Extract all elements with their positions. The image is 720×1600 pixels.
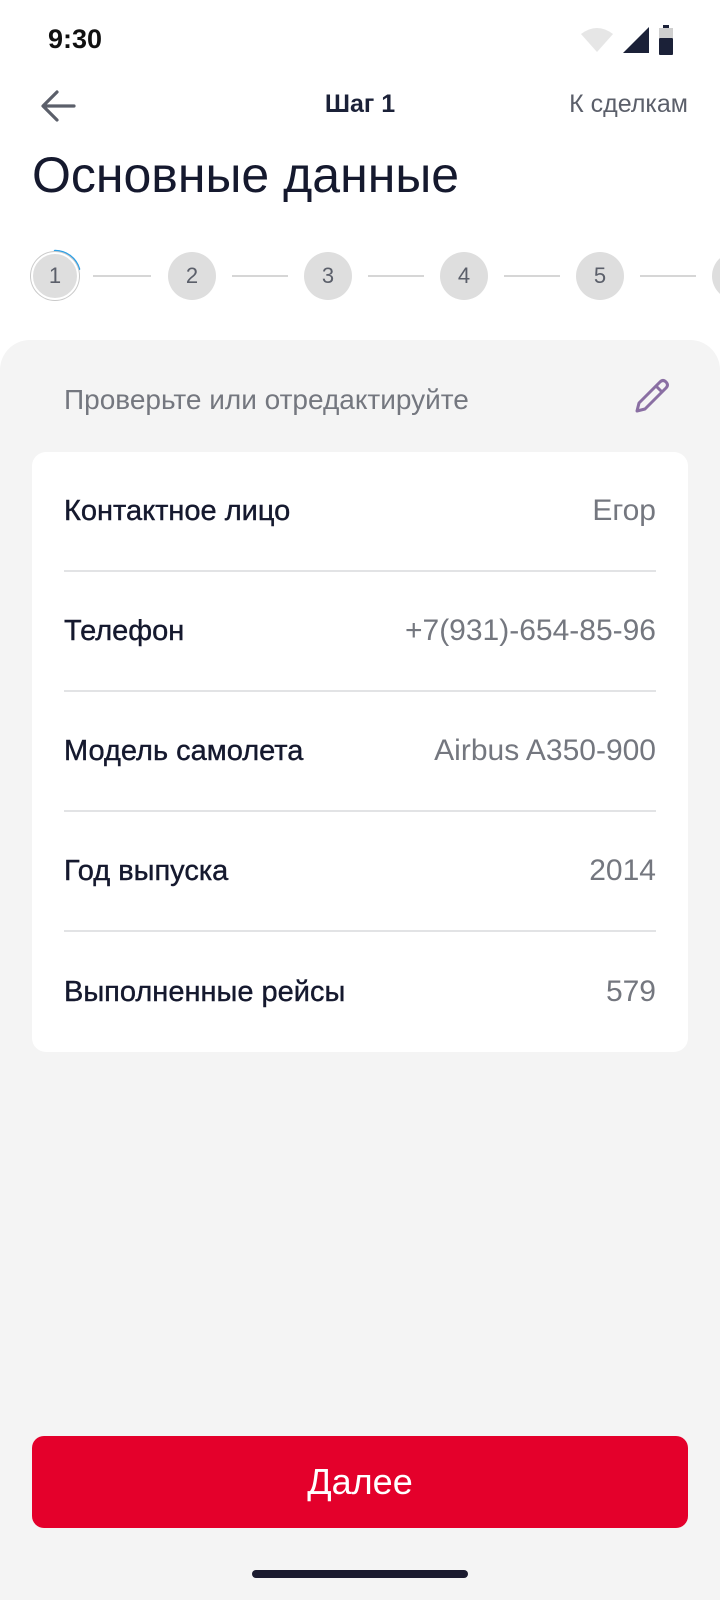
info-label: Телефон: [64, 614, 185, 647]
page-title: Основные данные: [32, 147, 460, 203]
content-panel: Проверьте или отредактируйте Контактное …: [0, 340, 720, 1600]
info-label: Год выпуска: [64, 854, 229, 887]
step-number: 4: [457, 263, 471, 288]
screen: 9:30 Шаг 1 К сделкам Основные данные 1 2…: [0, 0, 720, 1600]
step-number: 3: [321, 263, 335, 288]
step-number: 1: [48, 263, 62, 288]
status-icons: [580, 24, 674, 60]
info-label: Выполненные рейсы: [64, 975, 346, 1008]
info-row-year[interactable]: Год выпуска 2014: [64, 812, 656, 932]
home-indicator[interactable]: [252, 1570, 468, 1578]
info-row-phone[interactable]: Телефон +7(931)-654-85-96: [64, 572, 656, 692]
step-connector: [232, 275, 288, 277]
edit-button[interactable]: [630, 376, 674, 420]
status-bar: 9:30: [0, 0, 720, 80]
signal-icon: [622, 26, 650, 59]
info-row-flights[interactable]: Выполненные рейсы 579: [64, 932, 656, 1052]
status-time: 9:30: [48, 24, 103, 54]
info-value: Airbus A350-900: [434, 734, 656, 767]
step-connector: [640, 275, 696, 277]
info-row-contact[interactable]: Контактное лицо Егор: [64, 452, 656, 572]
step-3[interactable]: 3: [304, 252, 352, 300]
info-value: Егор: [592, 494, 656, 527]
info-value: 2014: [589, 854, 656, 887]
info-row-aircraft-model[interactable]: Модель самолета Airbus A350-900: [64, 692, 656, 812]
step-number: 5: [593, 263, 607, 288]
hint-text: Проверьте или отредактируйте: [64, 384, 469, 415]
wifi-icon: [580, 27, 614, 58]
step-1[interactable]: 1: [31, 252, 79, 300]
step-2[interactable]: 2: [168, 252, 216, 300]
pencil-icon: [632, 376, 672, 421]
hint-row: Проверьте или отредактируйте: [64, 378, 674, 424]
stepper: 1 2 3 4 5: [0, 248, 720, 304]
header: Шаг 1 К сделкам: [0, 80, 720, 150]
step-connector: [93, 275, 151, 277]
to-deals-link[interactable]: К сделкам: [569, 90, 688, 119]
step-number: 2: [185, 263, 199, 288]
info-value: +7(931)-654-85-96: [404, 614, 656, 647]
info-card: Контактное лицо Егор Телефон +7(931)-654…: [32, 452, 688, 1052]
next-button[interactable]: Далее: [32, 1436, 688, 1528]
step-4[interactable]: 4: [440, 252, 488, 300]
info-label: Контактное лицо: [64, 494, 291, 527]
step-connector: [368, 275, 424, 277]
step-6-partial[interactable]: [712, 252, 720, 300]
battery-icon: [658, 24, 674, 60]
info-value: 579: [605, 975, 656, 1008]
step-connector: [504, 275, 560, 277]
info-label: Модель самолета: [64, 734, 304, 767]
step-5[interactable]: 5: [576, 252, 624, 300]
